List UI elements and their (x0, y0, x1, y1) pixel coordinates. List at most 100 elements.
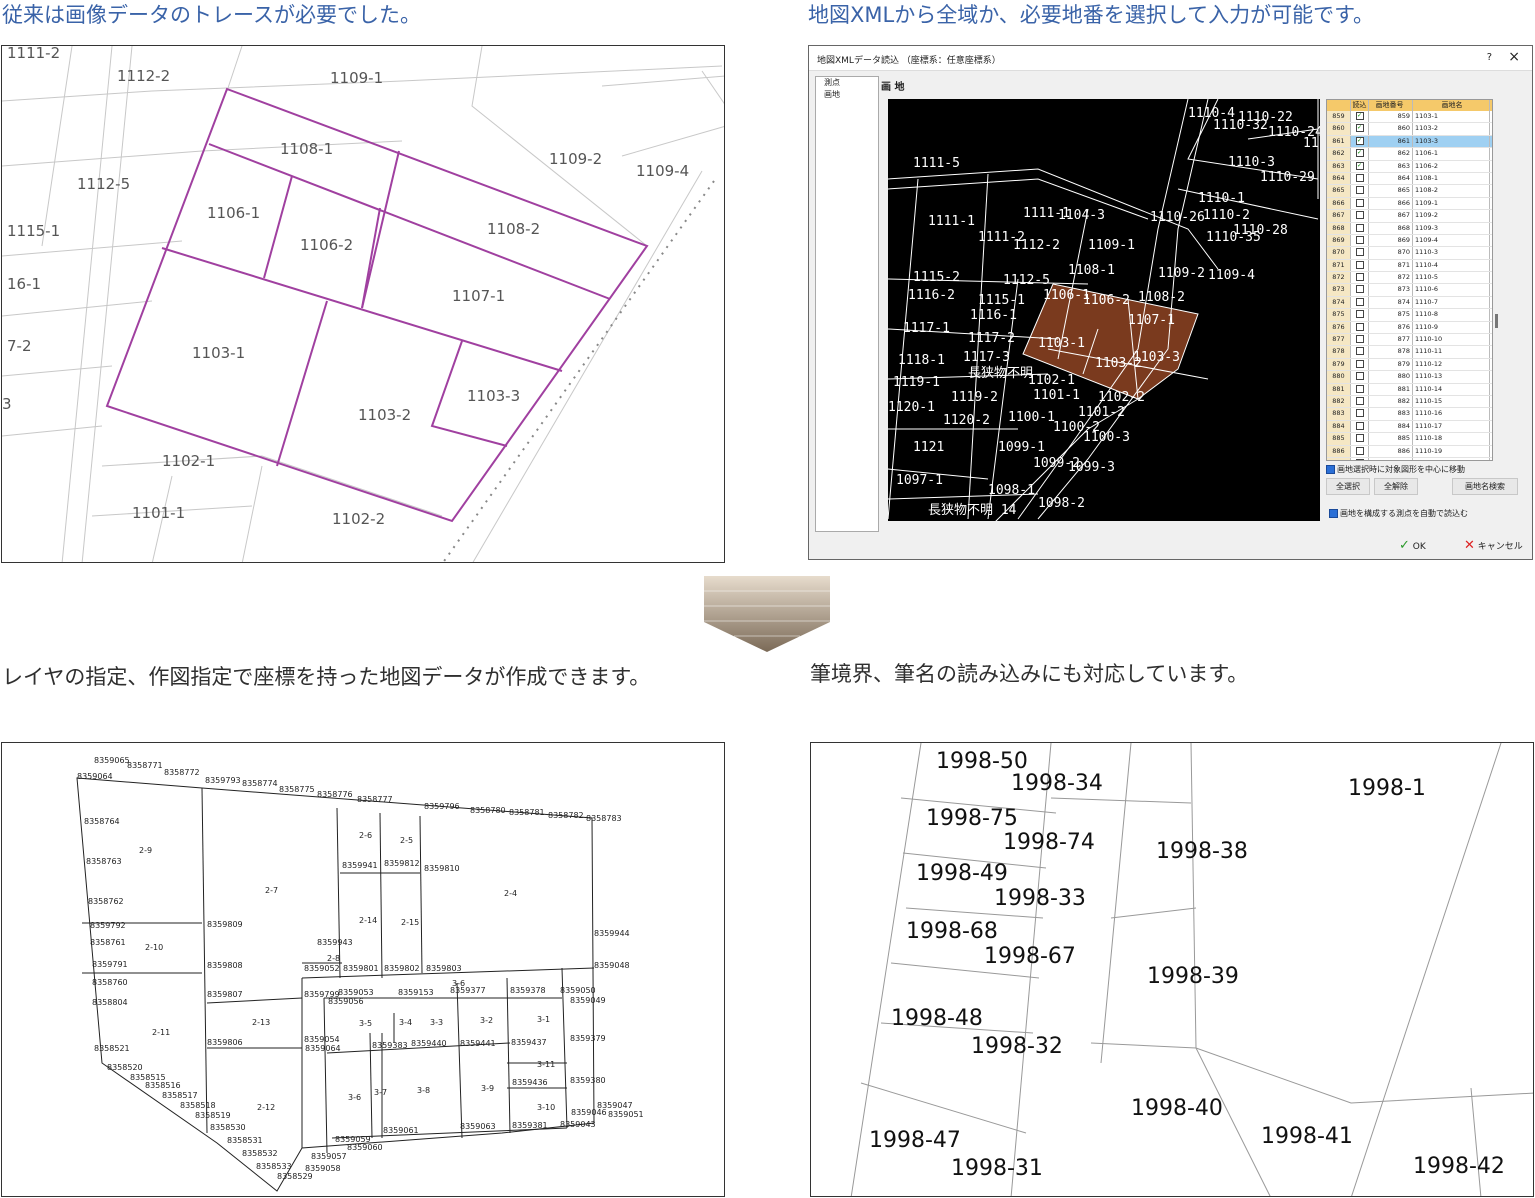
import-checkbox[interactable] (1351, 420, 1369, 433)
tree-item-points[interactable]: 測点 (816, 77, 878, 89)
import-checkbox[interactable] (1351, 309, 1369, 321)
grid-row[interactable]: 884 884 1110-17 (1327, 420, 1492, 434)
import-checkbox[interactable]: ✓ (1351, 160, 1369, 172)
grid-row[interactable]: 875 875 1110-8 (1327, 309, 1492, 322)
grid-row[interactable]: 872 872 1110-5 (1327, 272, 1492, 285)
grid-row[interactable]: 882 882 1110-15 (1327, 395, 1492, 409)
checkbox-empty-icon[interactable] (1355, 421, 1364, 430)
checkbox-empty-icon[interactable] (1355, 248, 1364, 257)
grid-row[interactable]: 859 ✓ 859 1103-1 (1327, 111, 1492, 124)
import-checkbox[interactable]: ✓ (1351, 135, 1369, 148)
grid-scrollbar[interactable] (1493, 99, 1501, 459)
grid-row[interactable]: 870 870 1110-3 (1327, 247, 1492, 260)
checkbox-checked-icon[interactable]: ✓ (1355, 149, 1364, 158)
checkbox-empty-icon[interactable] (1355, 372, 1364, 381)
grid-row[interactable]: 877 877 1110-10 (1327, 334, 1492, 347)
grid-row[interactable]: 878 878 1110-11 (1327, 346, 1492, 359)
grid-row[interactable]: 862 ✓ 862 1106-1 (1327, 148, 1492, 161)
checkbox-empty-icon[interactable] (1355, 273, 1364, 282)
grid-row[interactable]: 865 865 1108-2 (1327, 185, 1492, 198)
import-checkbox[interactable] (1351, 234, 1369, 247)
checkbox-empty-icon[interactable] (1355, 384, 1364, 393)
grid-row[interactable]: 868 868 1109-3 (1327, 222, 1492, 235)
grid-row[interactable]: 885 885 1110-18 (1327, 433, 1492, 446)
import-checkbox[interactable] (1351, 222, 1369, 234)
import-checkbox[interactable] (1351, 445, 1369, 457)
checkbox-empty-icon[interactable] (1355, 285, 1364, 294)
grid-row[interactable]: 860 ✓ 860 1103-2 (1327, 123, 1492, 136)
import-checkbox[interactable] (1351, 185, 1369, 197)
grid-row[interactable]: 8878871110-20 (1327, 457, 1492, 460)
parcel-grid[interactable]: 読込 画地番号 画地名 859 ✓ 859 1103-1 860 ✓ 860 1103-2 86… (1326, 99, 1493, 461)
grid-row[interactable]: 869 869 1109-4 (1327, 234, 1492, 248)
grid-row[interactable]: 864 864 1108-1 (1327, 172, 1492, 186)
checkbox-empty-icon[interactable] (1355, 260, 1364, 269)
import-checkbox[interactable] (1351, 172, 1369, 185)
checkbox-empty-icon[interactable] (1355, 223, 1364, 232)
import-checkbox[interactable] (1351, 395, 1369, 408)
grid-row[interactable]: 871 871 1110-4 (1327, 259, 1492, 273)
checkbox-empty-icon[interactable] (1355, 186, 1364, 195)
import-checkbox[interactable] (1351, 284, 1369, 296)
checkbox-checked-icon[interactable]: ✓ (1355, 124, 1364, 133)
checkbox-empty-icon[interactable] (1355, 446, 1364, 455)
grid-row[interactable]: 876 876 1110-9 (1327, 321, 1492, 335)
import-checkbox[interactable] (1351, 334, 1369, 346)
checkbox-checked-icon[interactable]: ✓ (1355, 136, 1364, 145)
grid-header-name[interactable]: 画地名 (1413, 100, 1490, 111)
import-checkbox[interactable] (1351, 433, 1369, 445)
grid-row[interactable]: 879 879 1110-12 (1327, 358, 1492, 372)
grid-row[interactable]: 861 ✓ 861 1103-3 (1327, 135, 1492, 149)
import-checkbox[interactable] (1351, 259, 1369, 272)
grid-row[interactable]: 866 866 1109-1 (1327, 197, 1492, 211)
checkbox-empty-icon[interactable] (1355, 434, 1364, 443)
search-name-button[interactable]: 画地名検索 (1452, 478, 1518, 495)
checkbox-empty-icon[interactable] (1355, 211, 1364, 220)
import-checkbox[interactable] (1351, 321, 1369, 334)
checkbox-empty-icon[interactable] (1355, 359, 1364, 368)
grid-row[interactable]: 874 874 1110-7 (1327, 296, 1492, 310)
checkbox-empty-icon[interactable] (1355, 347, 1364, 356)
cancel-button[interactable]: ✕ キャンセル (1464, 538, 1523, 553)
checkbox-empty-icon[interactable] (1355, 409, 1364, 418)
cad-preview[interactable]: 1110-41110-221110-321110-2411101111-5111… (888, 99, 1320, 521)
help-icon[interactable]: ? (1487, 52, 1492, 63)
import-checkbox[interactable]: ✓ (1351, 111, 1369, 123)
grid-row[interactable]: 880 880 1110-13 (1327, 371, 1492, 384)
import-checkbox[interactable]: ✓ (1351, 123, 1369, 135)
checkbox-empty-icon[interactable] (1355, 297, 1364, 306)
import-checkbox[interactable] (1351, 272, 1369, 284)
checkbox-empty-icon[interactable] (1355, 396, 1364, 405)
close-icon[interactable]: × (1508, 49, 1520, 65)
grid-row[interactable]: 863 ✓ 863 1106-2 (1327, 160, 1492, 173)
checkbox-checked-icon[interactable]: ✓ (1355, 161, 1364, 170)
import-checkbox[interactable] (1351, 197, 1369, 210)
grid-header-import[interactable]: 読込 (1351, 100, 1369, 111)
checkbox-empty-icon[interactable] (1355, 458, 1364, 460)
import-checkbox[interactable] (1351, 383, 1369, 395)
checkbox-checked-icon[interactable]: ✓ (1355, 112, 1364, 120)
clear-all-button[interactable]: 全解除 (1374, 478, 1418, 495)
grid-row[interactable]: 886 886 1110-19 (1327, 445, 1492, 458)
auto-load-points-checkbox[interactable]: 画地を構成する測点を自動で読込む (1329, 508, 1468, 519)
checkbox-empty-icon[interactable] (1355, 235, 1364, 244)
import-checkbox[interactable] (1351, 210, 1369, 222)
import-checkbox[interactable] (1351, 371, 1369, 383)
scroll-thumb[interactable] (1495, 314, 1498, 328)
import-checkbox[interactable]: ✓ (1351, 148, 1369, 160)
import-checkbox[interactable] (1351, 346, 1369, 358)
checkbox-empty-icon[interactable] (1355, 198, 1364, 207)
import-checkbox[interactable] (1351, 457, 1369, 460)
ok-button[interactable]: ✓ OK (1399, 538, 1426, 553)
checkbox-empty-icon[interactable] (1355, 173, 1364, 182)
center-on-select-checkbox[interactable]: 画地選択時に対象図形を中心に移動 (1326, 464, 1465, 475)
import-checkbox[interactable] (1351, 247, 1369, 259)
checkbox-empty-icon[interactable] (1355, 310, 1364, 319)
import-checkbox[interactable] (1351, 296, 1369, 309)
grid-row[interactable]: 867 867 1109-2 (1327, 210, 1492, 223)
select-all-button[interactable]: 全選択 (1326, 478, 1370, 495)
grid-header-number[interactable]: 画地番号 (1369, 100, 1413, 111)
grid-row[interactable]: 881 881 1110-14 (1327, 383, 1492, 396)
tree-item-parcels[interactable]: 画地 (816, 89, 878, 101)
import-checkbox[interactable] (1351, 408, 1369, 420)
